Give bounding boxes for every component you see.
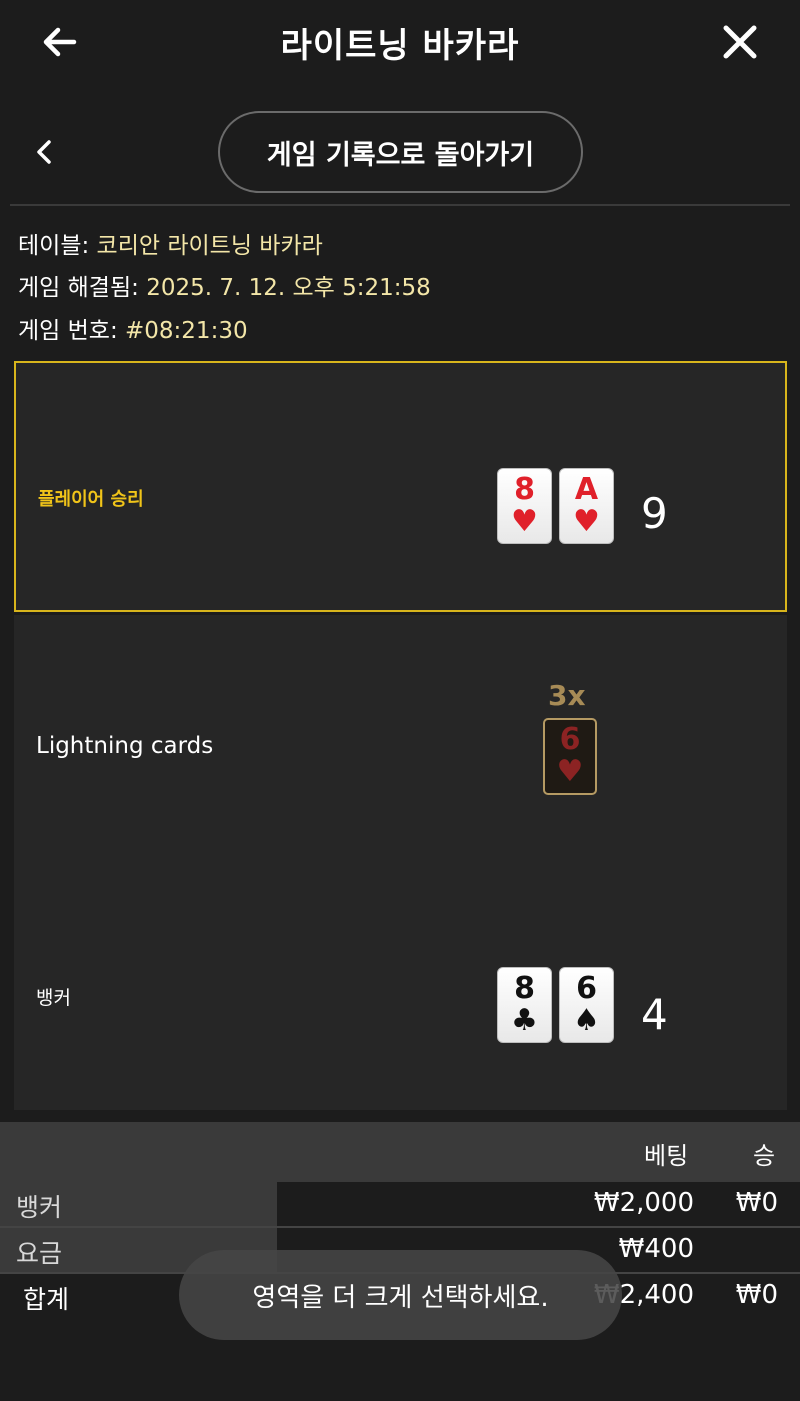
banker-panel: 뱅커 8 ♣ 6 ♠ 4 (14, 860, 787, 1110)
banker-label: 뱅커 (36, 987, 71, 1009)
row-win: ₩0 (735, 1280, 778, 1310)
lightning-cards-label: Lightning cards (36, 733, 214, 759)
table-header: 베팅 승 (0, 1122, 800, 1182)
game-number-value: #08:21:30 (125, 318, 248, 344)
club-suit-icon: ♣ (511, 1003, 538, 1038)
card-rank: 8 (514, 472, 535, 507)
player-panel: 플레이어 승리 8 ♥ A ♥ 9 (14, 361, 787, 612)
back-arrow-icon[interactable] (38, 20, 82, 64)
resolved-info-value: 2025. 7. 12. 오후 5:21:58 (146, 275, 431, 301)
column-bet: 베팅 (644, 1142, 689, 1170)
sub-navigation: 게임 기록으로 돌아가기 (0, 104, 800, 200)
back-to-history-button[interactable]: 게임 기록으로 돌아가기 (218, 111, 583, 193)
page-title: 라이트닝 바카라 (280, 25, 520, 66)
lightning-multiplier: 3x (548, 679, 586, 712)
resolved-info-label: 게임 해결됨: (18, 275, 139, 301)
banker-score: 4 (641, 990, 668, 1039)
table-info-value: 코리안 라이트닝 바카라 (96, 233, 323, 259)
row-bet: ₩2,000 (593, 1188, 694, 1218)
card-rank: 6 (559, 722, 581, 757)
row-bet: ₩400 (618, 1234, 694, 1264)
heart-suit-icon: ♥ (573, 504, 600, 539)
chevron-left-icon[interactable] (30, 134, 58, 170)
lightning-cards-panel: Lightning cards 3x 6 ♥ (14, 615, 787, 860)
table-row: 뱅커 ₩2,000 ₩0 (0, 1182, 800, 1228)
card-rank: A (574, 472, 599, 507)
player-card-1: 8 ♥ (497, 468, 552, 544)
row-label: 합계 (23, 1285, 70, 1314)
top-bar: 라이트닝 바카라 (0, 0, 800, 84)
divider (10, 204, 790, 206)
card-rank: 6 (576, 971, 597, 1006)
spade-suit-icon: ♠ (573, 1003, 600, 1038)
heart-suit-icon: ♥ (556, 754, 584, 789)
player-score: 9 (641, 489, 668, 538)
row-label: 요금 (16, 1239, 63, 1268)
card-rank: 8 (514, 971, 535, 1006)
lightning-card: 6 ♥ (543, 718, 597, 795)
column-win: 승 (753, 1142, 776, 1170)
resolved-info: 게임 해결됨: 2025. 7. 12. 오후 5:21:58 (18, 268, 431, 302)
player-card-2: A ♥ (559, 468, 614, 544)
row-label: 뱅커 (16, 1193, 63, 1222)
table-info-label: 테이블: (18, 233, 90, 259)
banker-card-1: 8 ♣ (497, 967, 552, 1043)
close-icon[interactable] (718, 20, 762, 64)
toast-message: 영역을 더 크게 선택하세요. (179, 1250, 622, 1340)
table-info: 테이블: 코리안 라이트닝 바카라 (18, 226, 323, 260)
game-number-info: 게임 번호: #08:21:30 (18, 311, 248, 345)
game-number-label: 게임 번호: (18, 318, 118, 344)
banker-card-2: 6 ♠ (559, 967, 614, 1043)
heart-suit-icon: ♥ (511, 504, 538, 539)
row-win: ₩0 (735, 1188, 778, 1218)
player-result-label: 플레이어 승리 (38, 489, 144, 510)
